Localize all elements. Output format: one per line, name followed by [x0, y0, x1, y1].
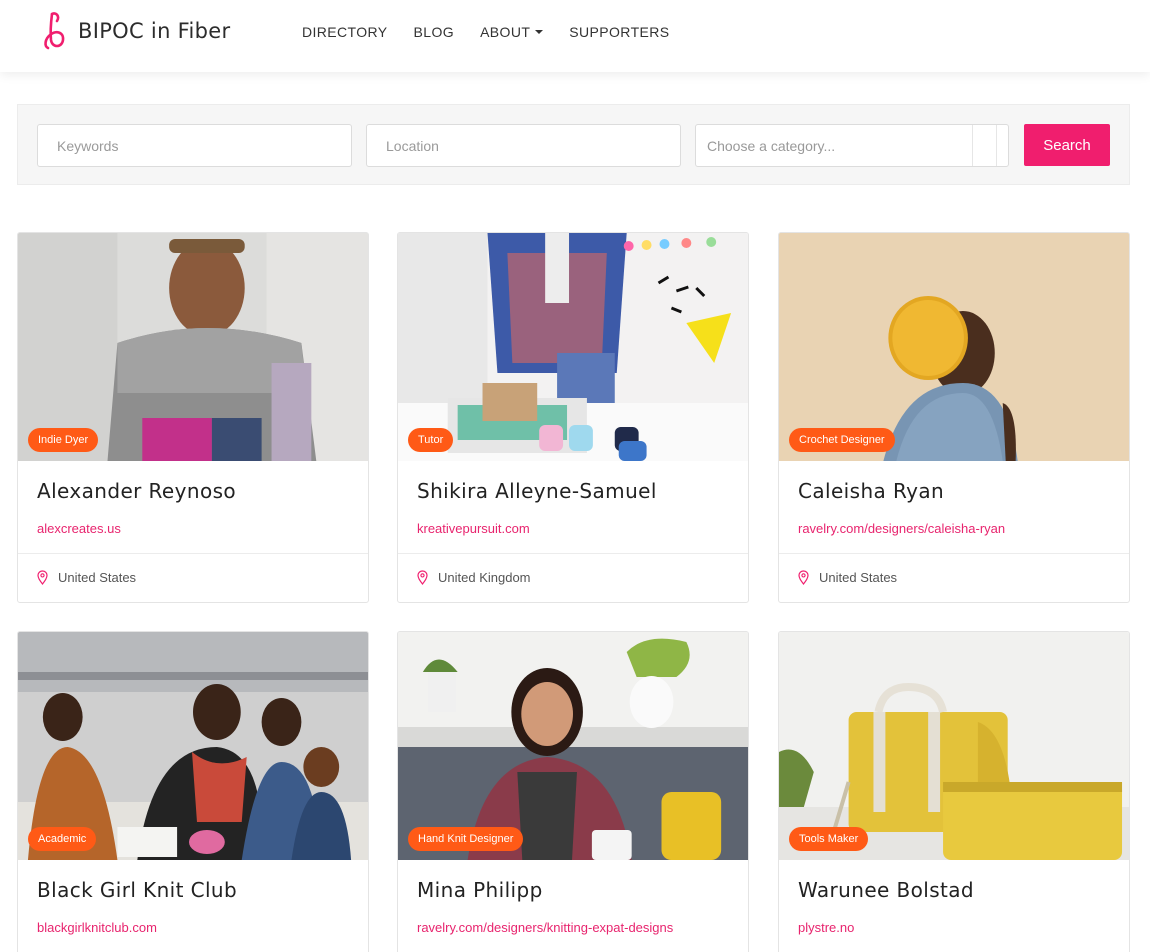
nav-item-about-label: ABOUT [480, 24, 531, 40]
listing-card[interactable]: Tutor Shikira Alleyne-Samuel kreativepur… [397, 232, 749, 603]
category-badge[interactable]: Tools Maker [789, 827, 869, 851]
category-badge[interactable]: Crochet Designer [789, 428, 895, 452]
location-input[interactable] [386, 137, 661, 154]
photo-screen-printing [398, 233, 748, 461]
site-header: BIPOC in Fiber DIRECTORY BLOG ABOUT SUPP… [0, 0, 1150, 72]
website-link[interactable]: blackgirlknitclub.com [37, 920, 157, 935]
keywords-field [37, 124, 352, 167]
yarn-logo-icon [44, 12, 65, 50]
map-pin-icon [798, 570, 809, 585]
card-divider [18, 553, 368, 554]
photo-crochet-hat [779, 233, 1129, 461]
card-location: United States [37, 570, 136, 585]
nav-item-directory[interactable]: DIRECTORY [302, 24, 388, 40]
category-select[interactable]: Choose a category... [695, 124, 1009, 167]
caret-down-icon [535, 30, 544, 34]
brand-name: BIPOC in Fiber [78, 19, 231, 43]
search-panel: Choose a category... Search [17, 104, 1130, 185]
category-badge[interactable]: Hand Knit Designer [408, 827, 524, 851]
location-text: United States [819, 570, 898, 585]
listing-card[interactable]: Hand Knit Designer Mina Philipp ravelry.… [397, 631, 749, 952]
website-link[interactable]: ravelry.com/designers/knitting-expat-des… [417, 920, 673, 935]
photo-person-knit-sweater [18, 233, 368, 461]
card-photo[interactable]: Hand Knit Designer [398, 632, 748, 860]
location-field [366, 124, 681, 167]
map-pin-icon [417, 570, 428, 585]
card-title[interactable]: Mina Philipp [417, 878, 543, 902]
card-title[interactable]: Caleisha Ryan [798, 479, 944, 503]
card-divider [779, 553, 1129, 554]
photo-knit-club-group [18, 632, 368, 860]
card-photo[interactable]: Academic [18, 632, 368, 860]
card-photo[interactable]: Crochet Designer [779, 233, 1129, 461]
category-select-placeholder: Choose a category... [707, 137, 836, 154]
nav-item-supporters[interactable]: SUPPORTERS [569, 24, 669, 40]
card-title[interactable]: Shikira Alleyne-Samuel [417, 479, 657, 503]
nav-item-about[interactable]: ABOUT [480, 24, 544, 40]
website-link[interactable]: alexcreates.us [37, 521, 121, 536]
card-title[interactable]: Alexander Reynoso [37, 479, 236, 503]
card-photo[interactable]: Tools Maker [779, 632, 1129, 860]
listing-card[interactable]: Tools Maker Warunee Bolstad plystre.no [778, 631, 1130, 952]
category-badge[interactable]: Tutor [408, 428, 454, 452]
select-clear-area[interactable] [972, 125, 996, 166]
category-badge[interactable]: Indie Dyer [28, 428, 99, 452]
location-text: United States [58, 570, 137, 585]
select-arrow-area[interactable] [996, 125, 1008, 166]
card-title[interactable]: Warunee Bolstad [798, 878, 974, 902]
card-divider [398, 553, 748, 554]
card-location: United States [798, 570, 897, 585]
website-link[interactable]: plystre.no [798, 920, 854, 935]
card-photo[interactable]: Tutor [398, 233, 748, 461]
map-pin-icon [37, 570, 48, 585]
card-title[interactable]: Black Girl Knit Club [37, 878, 237, 902]
card-photo[interactable]: Indie Dyer [18, 233, 368, 461]
website-link[interactable]: kreativepursuit.com [417, 521, 530, 536]
photo-yellow-bags [779, 632, 1129, 860]
category-badge[interactable]: Academic [28, 827, 97, 851]
main-nav: DIRECTORY BLOG ABOUT SUPPORTERS [302, 24, 696, 40]
card-location: United Kingdom [417, 570, 531, 585]
search-button[interactable]: Search [1024, 124, 1110, 166]
website-link[interactable]: ravelry.com/designers/caleisha-ryan [798, 521, 1005, 536]
location-text: United Kingdom [438, 570, 531, 585]
listing-card[interactable]: Indie Dyer Alexander Reynoso alexcreates… [17, 232, 369, 603]
listing-card[interactable]: Academic Black Girl Knit Club blackgirlk… [17, 631, 369, 952]
keywords-input[interactable] [57, 137, 332, 154]
listing-card[interactable]: Crochet Designer Caleisha Ryan ravelry.c… [778, 232, 1130, 603]
nav-item-blog[interactable]: BLOG [414, 24, 455, 40]
site-logo[interactable]: BIPOC in Fiber [38, 10, 230, 52]
photo-person-with-mug [398, 632, 748, 860]
